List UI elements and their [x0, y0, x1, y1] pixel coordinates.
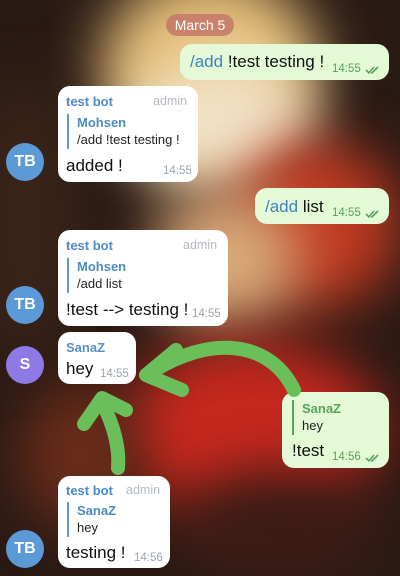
message-time: 14:55 — [332, 63, 361, 75]
sender-name[interactable]: SanaZ — [66, 340, 105, 355]
incoming-message[interactable]: test bot admin Mohsen /add !test testing… — [58, 86, 198, 182]
message-text: hey — [66, 359, 94, 378]
reply-text: /add !test testing ! — [77, 132, 180, 147]
message-time: 14:55 — [332, 207, 361, 219]
incoming-message[interactable]: test bot admin SanaZ hey testing ! 14:56 — [58, 476, 170, 568]
incoming-message[interactable]: test bot admin Mohsen /add list !test --… — [58, 230, 228, 326]
message-text: testing ! — [66, 543, 126, 562]
outgoing-message[interactable]: /add list 14:55 — [255, 188, 389, 224]
reply-quote[interactable]: Mohsen /add list — [67, 258, 126, 293]
admin-badge: admin — [153, 94, 188, 108]
sender-name[interactable]: test bot — [66, 238, 113, 253]
avatar-test-bot[interactable]: TB — [6, 286, 44, 324]
reply-text: /add list — [77, 276, 122, 291]
admin-badge: admin — [126, 483, 161, 497]
command-link[interactable]: /add — [190, 52, 223, 71]
command-link[interactable]: /add — [265, 197, 298, 216]
reply-author: Mohsen — [77, 115, 127, 130]
message-text: added ! — [66, 156, 123, 175]
message-text: /add list — [265, 197, 324, 216]
message-time: 14:55 — [163, 165, 192, 177]
reply-text: hey — [77, 520, 98, 535]
reply-quote[interactable]: SanaZ hey — [292, 400, 341, 435]
read-checks-icon — [365, 66, 379, 75]
message-time: 14:55 — [100, 368, 129, 380]
date-separator: March 5 — [166, 14, 234, 36]
incoming-message[interactable]: SanaZ hey 14:55 — [58, 332, 136, 384]
reply-quote[interactable]: SanaZ hey — [67, 502, 116, 537]
avatar-test-bot[interactable]: TB — [6, 530, 44, 568]
reply-author: SanaZ — [302, 401, 342, 416]
admin-badge: admin — [183, 238, 218, 252]
avatar-test-bot[interactable]: TB — [6, 143, 44, 181]
sender-name[interactable]: test bot — [66, 94, 113, 109]
message-text: !test --> testing ! — [66, 300, 189, 319]
sender-name[interactable]: test bot — [66, 483, 113, 498]
reply-quote[interactable]: Mohsen /add !test testing ! — [67, 114, 180, 149]
message-text: /add !test testing ! — [190, 52, 325, 71]
read-checks-icon — [365, 210, 379, 219]
reply-author: SanaZ — [77, 503, 117, 518]
avatar-sanaz[interactable]: S — [6, 346, 44, 384]
message-time: 14:56 — [134, 552, 163, 564]
message-time: 14:56 — [332, 451, 361, 463]
outgoing-message[interactable]: /add !test testing ! 14:55 — [180, 44, 389, 80]
reply-author: Mohsen — [77, 259, 127, 274]
outgoing-message[interactable]: SanaZ hey !test 14:56 — [282, 392, 389, 468]
read-checks-icon — [365, 454, 379, 463]
reply-text: hey — [302, 418, 323, 433]
message-time: 14:55 — [192, 308, 221, 320]
message-text: !test — [292, 441, 325, 460]
